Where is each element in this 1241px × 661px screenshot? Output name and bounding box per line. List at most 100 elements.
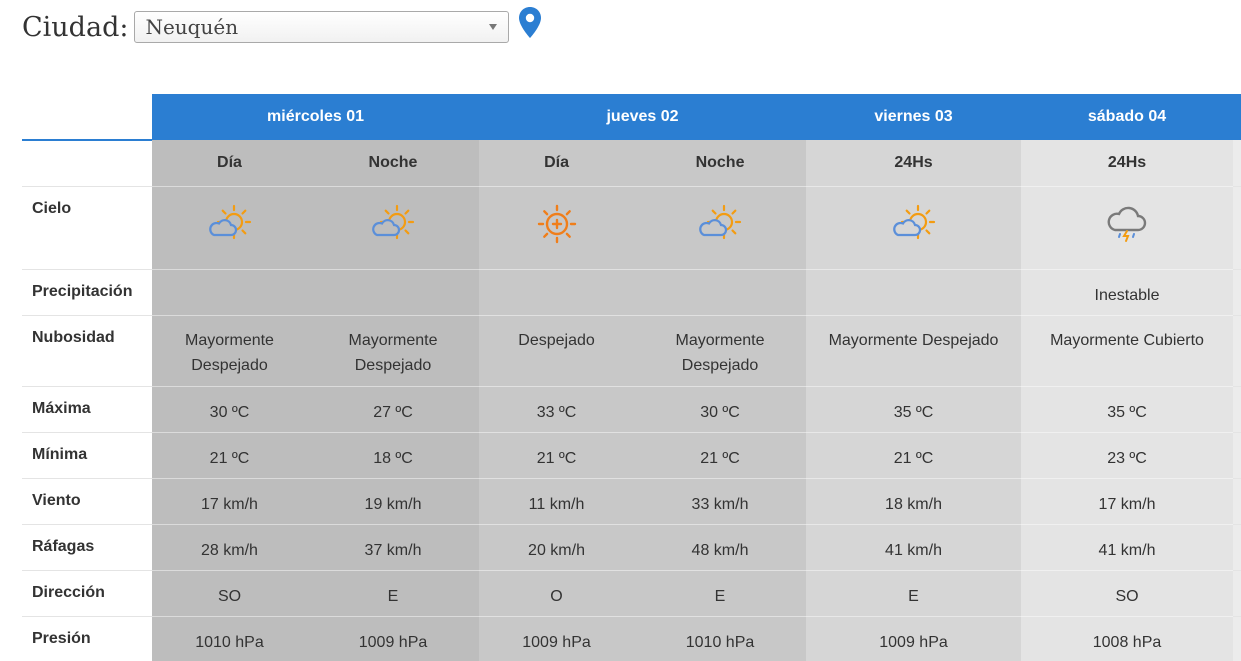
sky-cell [806, 185, 1022, 269]
period-label: Noche [307, 140, 480, 186]
cloudiness-line: Despejado [518, 331, 595, 349]
max-temp-cell: 35 ºC [1021, 385, 1234, 432]
gust-cell: 20 km/h [479, 523, 635, 570]
sun-cloud-icon [208, 204, 251, 239]
direction-cell: SO [1021, 569, 1234, 616]
min-temp-cell: 21 ºC [806, 431, 1022, 478]
sun-cloud-icon [372, 204, 415, 239]
day-header: jueves 02 [479, 94, 807, 140]
max-temp-cell: 30 ºC [152, 385, 307, 432]
precip-cell [479, 268, 635, 315]
pressure-cell: 1009 hPa [307, 615, 480, 661]
min-temp-cell: 21 ºC [634, 431, 807, 478]
cloudiness-line: Mayormente [348, 331, 438, 349]
edge-cell [1233, 523, 1241, 570]
chevron-down-icon [489, 24, 498, 30]
sky-cell [307, 185, 480, 269]
pressure-cell: 1010 hPa [152, 615, 307, 661]
precip-cell [634, 268, 807, 315]
max-temp-cell: 27 ºC [307, 385, 480, 432]
direction-cell: O [479, 569, 635, 616]
city-selector-row: Ciudad: Neuquén [22, 8, 510, 46]
direction-cell: E [806, 569, 1022, 616]
storm-cloud-icon [1107, 206, 1147, 242]
period-label: 24Hs [806, 140, 1022, 186]
period-label: Día [479, 140, 635, 186]
city-select[interactable]: Neuquén [134, 11, 510, 43]
max-temp-cell: 30 ºC [634, 385, 807, 432]
pressure-cell: 1008 hPa [1021, 615, 1234, 661]
min-temp-cell: 23 ºC [1021, 431, 1234, 478]
edge-cell [1233, 431, 1241, 478]
cloudiness-line: Mayormente Cubierto [1050, 331, 1204, 349]
row-label-cielo: Cielo [22, 185, 152, 269]
edge-cell [1233, 615, 1241, 661]
row-label-direccion: Dirección [22, 569, 152, 616]
precip-cell [152, 268, 307, 315]
period-blank [22, 140, 152, 186]
location-pin-icon[interactable] [517, 6, 543, 40]
sun-cloud-icon [892, 204, 935, 239]
max-temp-cell: 33 ºC [479, 385, 635, 432]
city-select-value: Neuquén [145, 15, 239, 39]
wind-cell: 19 km/h [307, 477, 480, 524]
edge-cell [1233, 385, 1241, 432]
edge-cell [1233, 140, 1241, 186]
cloudiness-line: Mayormente [185, 331, 274, 349]
cloudiness-cell: Mayormente Cubierto [1021, 314, 1234, 386]
row-label-presion: Presión [22, 615, 152, 661]
wind-cell: 18 km/h [806, 477, 1022, 524]
cloudiness-line: Despejado [681, 356, 759, 374]
direction-cell: E [307, 569, 480, 616]
pressure-cell: 1009 hPa [479, 615, 635, 661]
row-label-precipitacion: Precipitación [22, 268, 152, 315]
edge-cell [1233, 477, 1241, 524]
wind-cell: 11 km/h [479, 477, 635, 524]
precip-cell [806, 268, 1022, 315]
gust-cell: 37 km/h [307, 523, 480, 570]
wind-cell: 33 km/h [634, 477, 807, 524]
direction-cell: SO [152, 569, 307, 616]
sky-cell [634, 185, 807, 269]
period-label: Día [152, 140, 307, 186]
cloudiness-cell: Mayormente Despejado [806, 314, 1022, 386]
cloudiness-line: Mayormente Despejado [828, 331, 999, 349]
forecast-table: miércoles 01 jueves 02 viernes 03 sábado… [22, 94, 1241, 661]
cloudiness-cell: Mayormente Despejado [634, 314, 807, 386]
row-label-minima: Mínima [22, 431, 152, 478]
cloudiness-line: Mayormente [675, 331, 765, 349]
row-label-rafagas: Ráfagas [22, 523, 152, 570]
sky-cell [479, 185, 635, 269]
cloudiness-cell: Despejado [479, 314, 635, 386]
edge-cell [1233, 268, 1241, 315]
edge-cell [1233, 569, 1241, 616]
sun-cloud-icon [699, 204, 742, 239]
day-header: viernes 03 [806, 94, 1022, 140]
wind-cell: 17 km/h [1021, 477, 1234, 524]
max-temp-cell: 35 ºC [806, 385, 1022, 432]
pressure-cell: 1009 hPa [806, 615, 1022, 661]
day-header: miércoles 01 [152, 94, 480, 140]
sun-icon [537, 204, 576, 243]
row-label-nubosidad: Nubosidad [22, 314, 152, 386]
direction-cell: E [634, 569, 807, 616]
edge-cell [1233, 314, 1241, 386]
precip-cell [307, 268, 480, 315]
gust-cell: 28 km/h [152, 523, 307, 570]
header-blank [22, 94, 152, 141]
period-label: Noche [634, 140, 807, 186]
gust-cell: 41 km/h [1021, 523, 1234, 570]
cloudiness-cell: Mayormente Despejado [307, 314, 480, 386]
day-header: sábado 04 [1021, 94, 1234, 140]
gust-cell: 41 km/h [806, 523, 1022, 570]
min-temp-cell: 21 ºC [152, 431, 307, 478]
min-temp-cell: 18 ºC [307, 431, 480, 478]
header-edge [1233, 94, 1241, 140]
min-temp-cell: 21 ºC [479, 431, 635, 478]
sky-cell [152, 185, 307, 269]
cloudiness-line: Despejado [354, 356, 432, 374]
pressure-cell: 1010 hPa [634, 615, 807, 661]
edge-cell [1233, 185, 1241, 269]
cloudiness-cell: Mayormente Despejado [152, 314, 307, 386]
period-label: 24Hs [1021, 140, 1234, 186]
